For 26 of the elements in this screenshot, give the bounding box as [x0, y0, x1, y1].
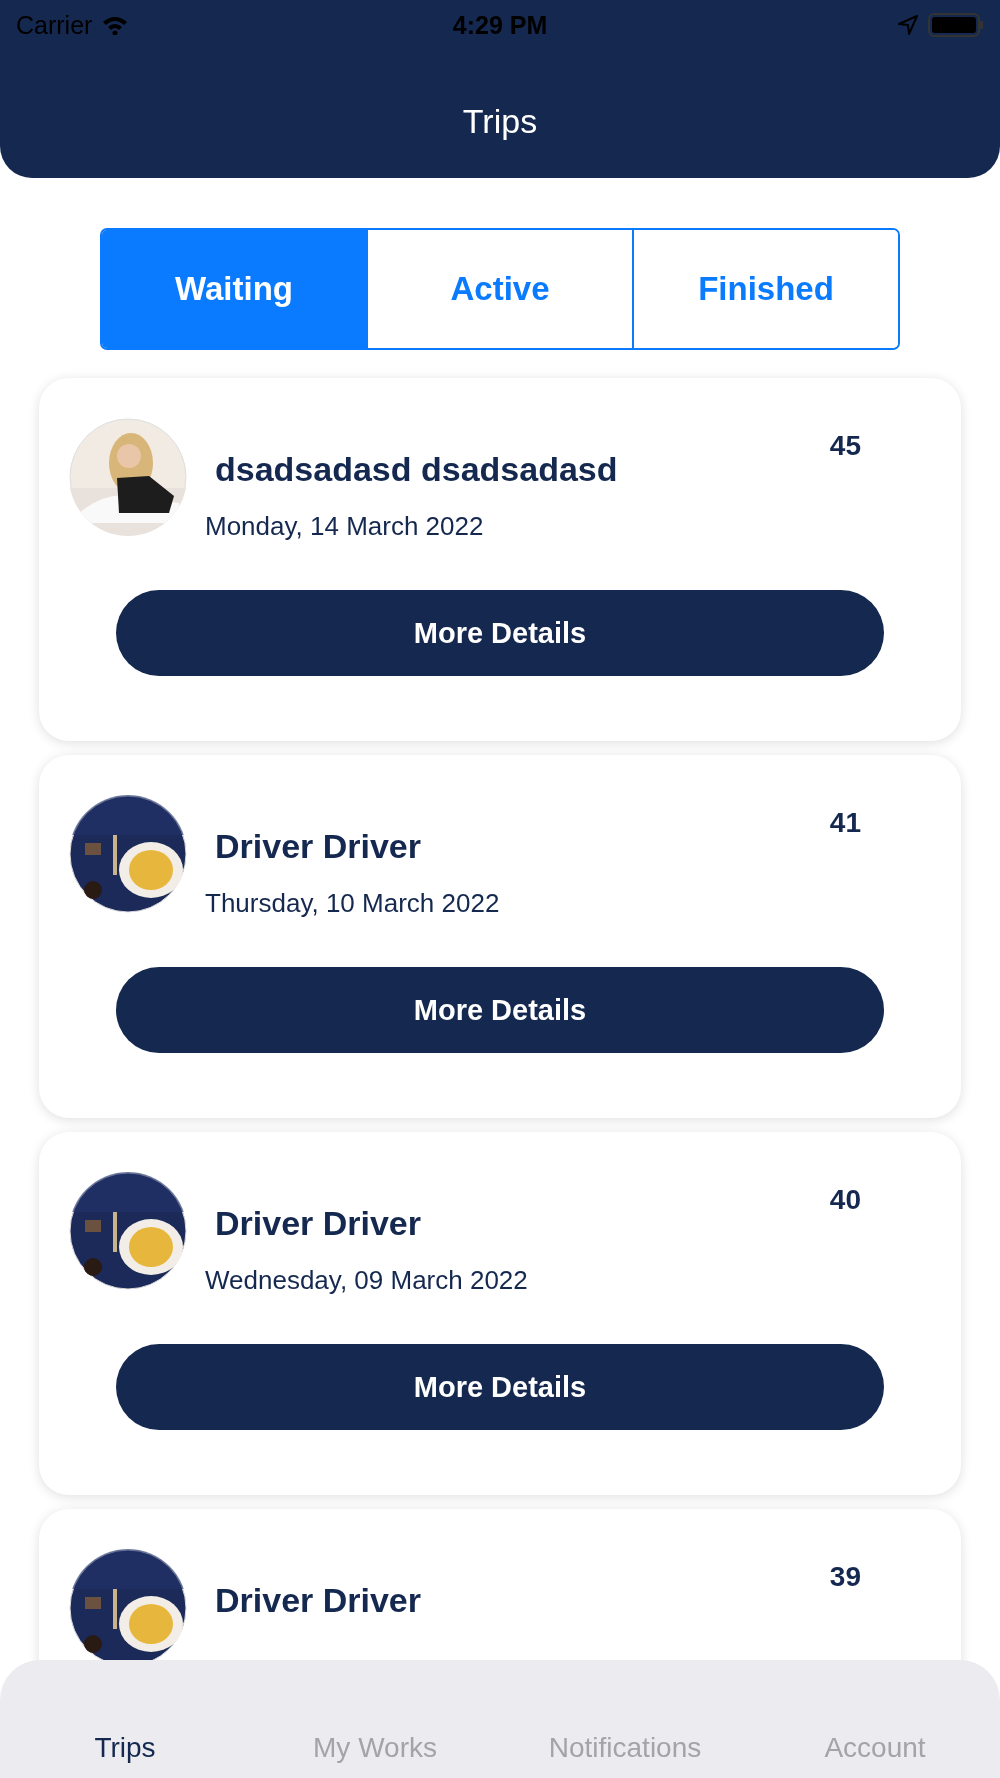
tab-bar-item[interactable]: Trips: [0, 1732, 250, 1764]
clock: 4:29 PM: [452, 10, 548, 40]
segment-tab[interactable]: Waiting: [102, 230, 366, 348]
tab-bar-item[interactable]: Notifications: [500, 1732, 750, 1764]
driver-name: dsadsadasd dsadsadasd: [215, 450, 619, 489]
trip-date: Wednesday, 09 March 2022: [205, 1265, 529, 1296]
location-icon: [898, 15, 918, 35]
more-details-button[interactable]: More Details: [116, 590, 884, 676]
carrier-label: Carrier: [16, 10, 93, 40]
driver-name: Driver Driver: [215, 827, 422, 866]
tab-bar-item[interactable]: Account: [750, 1732, 1000, 1764]
more-details-button[interactable]: More Details: [116, 1344, 884, 1430]
driver-name: Driver Driver: [215, 1204, 422, 1243]
trip-date: Monday, 14 March 2022: [205, 511, 485, 542]
trip-number: 39: [829, 1561, 861, 1593]
trip-number: 40: [829, 1184, 861, 1216]
trip-date: Thursday, 10 March 2022: [205, 888, 501, 919]
trip-number: 45: [829, 430, 861, 462]
trip-number: 41: [829, 807, 861, 839]
tab-bar-item[interactable]: My Works: [250, 1732, 500, 1764]
more-details-button[interactable]: More Details: [116, 967, 884, 1053]
battery-icon: [928, 13, 984, 37]
wifi-icon: [102, 15, 129, 35]
driver-name: Driver Driver: [215, 1581, 422, 1620]
screen-title: Trips: [461, 102, 539, 141]
segment-tab[interactable]: Finished: [632, 230, 898, 348]
